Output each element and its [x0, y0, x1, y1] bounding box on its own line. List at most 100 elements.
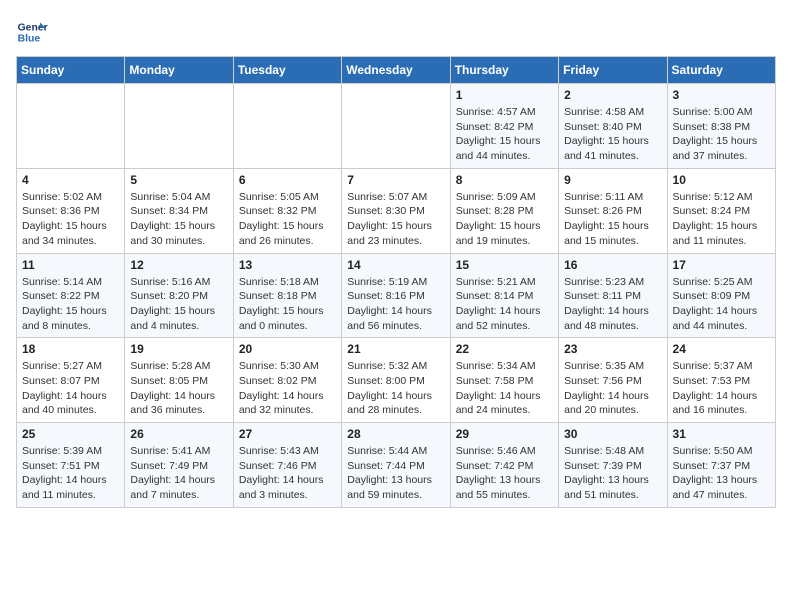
week-row-3: 11 Sunrise: 5:14 AMSunset: 8:22 PMDayligh… — [17, 253, 776, 338]
day-info: Sunrise: 5:23 AMSunset: 8:11 PMDaylight:… — [564, 275, 661, 334]
logo-icon: General Blue — [16, 16, 48, 48]
day-number: 18 — [22, 342, 119, 356]
calendar-cell — [17, 84, 125, 169]
day-number: 15 — [456, 258, 553, 272]
day-number: 19 — [130, 342, 227, 356]
calendar-cell: 8 Sunrise: 5:09 AMSunset: 8:28 PMDaylight… — [450, 168, 558, 253]
day-number: 2 — [564, 88, 661, 102]
calendar-cell: 19 Sunrise: 5:28 AMSunset: 8:05 PMDayligh… — [125, 338, 233, 423]
calendar-cell: 16 Sunrise: 5:23 AMSunset: 8:11 PMDayligh… — [559, 253, 667, 338]
svg-text:Blue: Blue — [18, 34, 41, 45]
calendar-cell — [125, 84, 233, 169]
header: General Blue — [16, 16, 776, 48]
calendar-cell — [233, 84, 341, 169]
logo: General Blue — [16, 16, 52, 48]
day-number: 11 — [22, 258, 119, 272]
day-info: Sunrise: 5:30 AMSunset: 8:02 PMDaylight:… — [239, 359, 336, 418]
week-row-4: 18Sunrise: 5:27 AMSunset: 8:07 PMDayligh… — [17, 338, 776, 423]
calendar-cell: 15 Sunrise: 5:21 AMSunset: 8:14 PMDayligh… — [450, 253, 558, 338]
day-info: Sunrise: 5:00 AMSunset: 8:38 PMDaylight:… — [673, 105, 770, 164]
calendar-cell: 9Sunrise: 5:11 AMSunset: 8:26 PMDaylight… — [559, 168, 667, 253]
day-info: Sunrise: 5:25 AMSunset: 8:09 PMDaylight:… — [673, 275, 770, 334]
day-number: 13 — [239, 258, 336, 272]
day-number: 10 — [673, 173, 770, 187]
calendar-cell: 31 Sunrise: 5:50 AMSunset: 7:37 PMDayligh… — [667, 423, 775, 508]
calendar-cell: 24 Sunrise: 5:37 AMSunset: 7:53 PMDayligh… — [667, 338, 775, 423]
weekday-header-tuesday: Tuesday — [233, 57, 341, 84]
day-info: Sunrise: 5:07 AMSunset: 8:30 PMDaylight:… — [347, 190, 444, 249]
calendar-cell: 18Sunrise: 5:27 AMSunset: 8:07 PMDayligh… — [17, 338, 125, 423]
day-number: 5 — [130, 173, 227, 187]
day-info: Sunrise: 5:46 AMSunset: 7:42 PMDaylight:… — [456, 444, 553, 503]
calendar-cell: 21Sunrise: 5:32 AMSunset: 8:00 PMDayligh… — [342, 338, 450, 423]
weekday-header-friday: Friday — [559, 57, 667, 84]
day-number: 17 — [673, 258, 770, 272]
day-number: 27 — [239, 427, 336, 441]
day-info: Sunrise: 5:02 AMSunset: 8:36 PMDaylight:… — [22, 190, 119, 249]
calendar-cell: 6 Sunrise: 5:05 AMSunset: 8:32 PMDaylight… — [233, 168, 341, 253]
day-info: Sunrise: 5:43 AMSunset: 7:46 PMDaylight:… — [239, 444, 336, 503]
weekday-header-row: SundayMondayTuesdayWednesdayThursdayFrid… — [17, 57, 776, 84]
day-number: 20 — [239, 342, 336, 356]
weekday-header-monday: Monday — [125, 57, 233, 84]
day-number: 3 — [673, 88, 770, 102]
day-number: 22 — [456, 342, 553, 356]
calendar-cell: 13 Sunrise: 5:18 AMSunset: 8:18 PMDayligh… — [233, 253, 341, 338]
week-row-1: 1Sunrise: 4:57 AMSunset: 8:42 PMDaylight… — [17, 84, 776, 169]
weekday-header-wednesday: Wednesday — [342, 57, 450, 84]
day-number: 12 — [130, 258, 227, 272]
calendar-cell: 29 Sunrise: 5:46 AMSunset: 7:42 PMDayligh… — [450, 423, 558, 508]
day-info: Sunrise: 5:44 AMSunset: 7:44 PMDaylight:… — [347, 444, 444, 503]
day-number: 28 — [347, 427, 444, 441]
day-info: Sunrise: 5:14 AMSunset: 8:22 PMDaylight:… — [22, 275, 119, 334]
calendar-cell: 20 Sunrise: 5:30 AMSunset: 8:02 PMDayligh… — [233, 338, 341, 423]
day-info: Sunrise: 5:28 AMSunset: 8:05 PMDaylight:… — [130, 359, 227, 418]
calendar-cell: 7 Sunrise: 5:07 AMSunset: 8:30 PMDaylight… — [342, 168, 450, 253]
calendar-cell: 26 Sunrise: 5:41 AMSunset: 7:49 PMDayligh… — [125, 423, 233, 508]
calendar-cell: 4 Sunrise: 5:02 AMSunset: 8:36 PMDaylight… — [17, 168, 125, 253]
calendar-cell: 10 Sunrise: 5:12 AMSunset: 8:24 PMDayligh… — [667, 168, 775, 253]
day-number: 16 — [564, 258, 661, 272]
day-info: Sunrise: 5:09 AMSunset: 8:28 PMDaylight:… — [456, 190, 553, 249]
calendar-cell: 25Sunrise: 5:39 AMSunset: 7:51 PMDayligh… — [17, 423, 125, 508]
calendar-cell: 23Sunrise: 5:35 AMSunset: 7:56 PMDayligh… — [559, 338, 667, 423]
day-number: 21 — [347, 342, 444, 356]
day-number: 26 — [130, 427, 227, 441]
day-number: 31 — [673, 427, 770, 441]
day-number: 8 — [456, 173, 553, 187]
weekday-header-thursday: Thursday — [450, 57, 558, 84]
calendar-cell: 22Sunrise: 5:34 AMSunset: 7:58 PMDayligh… — [450, 338, 558, 423]
calendar-table: SundayMondayTuesdayWednesdayThursdayFrid… — [16, 56, 776, 508]
day-info: Sunrise: 5:12 AMSunset: 8:24 PMDaylight:… — [673, 190, 770, 249]
day-number: 29 — [456, 427, 553, 441]
calendar-cell — [342, 84, 450, 169]
day-info: Sunrise: 5:19 AMSunset: 8:16 PMDaylight:… — [347, 275, 444, 334]
day-info: Sunrise: 5:48 AMSunset: 7:39 PMDaylight:… — [564, 444, 661, 503]
weekday-header-sunday: Sunday — [17, 57, 125, 84]
day-info: Sunrise: 5:37 AMSunset: 7:53 PMDaylight:… — [673, 359, 770, 418]
calendar-cell: 5 Sunrise: 5:04 AMSunset: 8:34 PMDaylight… — [125, 168, 233, 253]
day-info: Sunrise: 5:41 AMSunset: 7:49 PMDaylight:… — [130, 444, 227, 503]
day-info: Sunrise: 5:16 AMSunset: 8:20 PMDaylight:… — [130, 275, 227, 334]
calendar-cell: 11 Sunrise: 5:14 AMSunset: 8:22 PMDayligh… — [17, 253, 125, 338]
calendar-cell: 12 Sunrise: 5:16 AMSunset: 8:20 PMDayligh… — [125, 253, 233, 338]
day-info: Sunrise: 5:18 AMSunset: 8:18 PMDaylight:… — [239, 275, 336, 334]
day-info: Sunrise: 5:04 AMSunset: 8:34 PMDaylight:… — [130, 190, 227, 249]
calendar-cell: 2Sunrise: 4:58 AMSunset: 8:40 PMDaylight… — [559, 84, 667, 169]
day-number: 6 — [239, 173, 336, 187]
calendar-cell: 27 Sunrise: 5:43 AMSunset: 7:46 PMDayligh… — [233, 423, 341, 508]
calendar-body: 1Sunrise: 4:57 AMSunset: 8:42 PMDaylight… — [17, 84, 776, 508]
day-number: 30 — [564, 427, 661, 441]
day-info: Sunrise: 5:05 AMSunset: 8:32 PMDaylight:… — [239, 190, 336, 249]
week-row-5: 25Sunrise: 5:39 AMSunset: 7:51 PMDayligh… — [17, 423, 776, 508]
day-info: Sunrise: 5:50 AMSunset: 7:37 PMDaylight:… — [673, 444, 770, 503]
calendar-cell: 30 Sunrise: 5:48 AMSunset: 7:39 PMDayligh… — [559, 423, 667, 508]
calendar-cell: 1Sunrise: 4:57 AMSunset: 8:42 PMDaylight… — [450, 84, 558, 169]
calendar-cell: 3 Sunrise: 5:00 AMSunset: 8:38 PMDaylight… — [667, 84, 775, 169]
day-number: 7 — [347, 173, 444, 187]
day-info: Sunrise: 5:21 AMSunset: 8:14 PMDaylight:… — [456, 275, 553, 334]
day-number: 14 — [347, 258, 444, 272]
day-number: 4 — [22, 173, 119, 187]
day-info: Sunrise: 5:39 AMSunset: 7:51 PMDaylight:… — [22, 444, 119, 503]
day-number: 24 — [673, 342, 770, 356]
